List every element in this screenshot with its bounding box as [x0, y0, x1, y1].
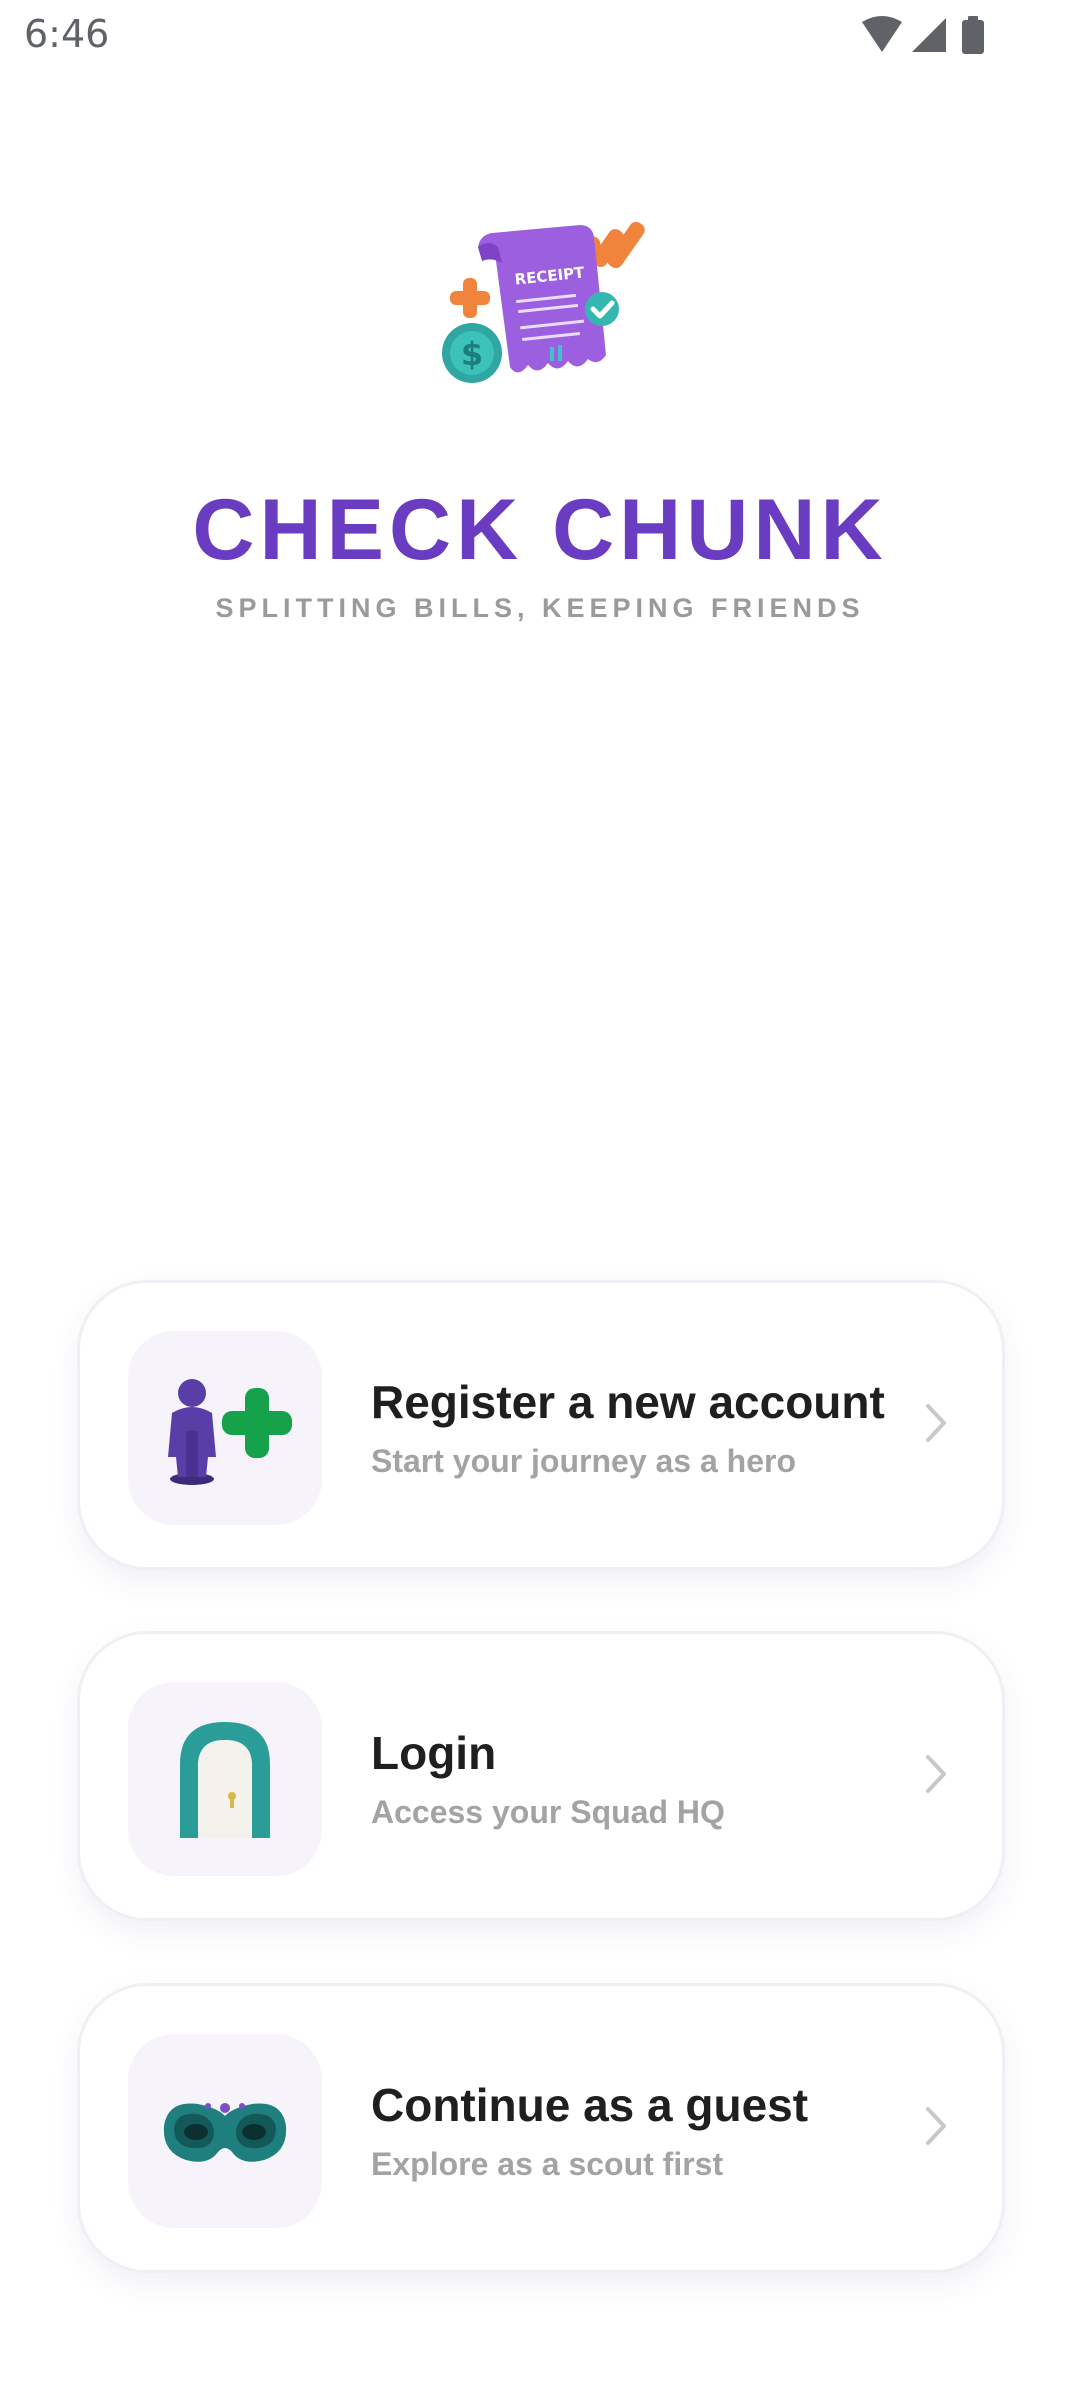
- register-title: Register a new account: [371, 1376, 885, 1428]
- register-subtitle: Start your journey as a hero: [371, 1443, 797, 1479]
- mask-icon: [163, 2103, 287, 2162]
- status-bar: 6:46: [0, 0, 1080, 72]
- app-tagline: SPLITTING BILLS, KEEPING FRIENDS: [215, 593, 865, 623]
- register-icon-tile: [128, 1331, 322, 1525]
- svg-text:$: $: [461, 335, 483, 373]
- person-plus-icon: [168, 1379, 292, 1485]
- battery-icon: [962, 16, 984, 54]
- guest-icon-tile: [128, 2034, 322, 2228]
- guest-title: Continue as a guest: [371, 2079, 809, 2131]
- status-time: 6:46: [24, 12, 110, 56]
- status-icons: [860, 14, 1000, 58]
- app-title: CHECK CHUNK: [192, 482, 888, 578]
- login-title: Login: [371, 1727, 497, 1779]
- receipt-illustration: RECEIPT $: [430, 205, 650, 405]
- login-icon-tile: [128, 1682, 322, 1876]
- login-option-card[interactable]: Login Access your Squad HQ: [77, 1631, 1005, 1921]
- guest-option-card[interactable]: Continue as a guest Explore as a scout f…: [77, 1983, 1005, 2273]
- wifi-icon: [862, 16, 902, 52]
- chevron-right-icon: [926, 1404, 946, 1442]
- signal-icon: [912, 18, 946, 52]
- chevron-right-icon: [926, 1755, 946, 1793]
- chevron-right-icon: [926, 2107, 946, 2145]
- login-subtitle: Access your Squad HQ: [371, 1794, 725, 1830]
- guest-subtitle: Explore as a scout first: [371, 2146, 724, 2182]
- door-icon: [180, 1722, 270, 1838]
- register-option-card[interactable]: Register a new account Start your journe…: [77, 1280, 1005, 1570]
